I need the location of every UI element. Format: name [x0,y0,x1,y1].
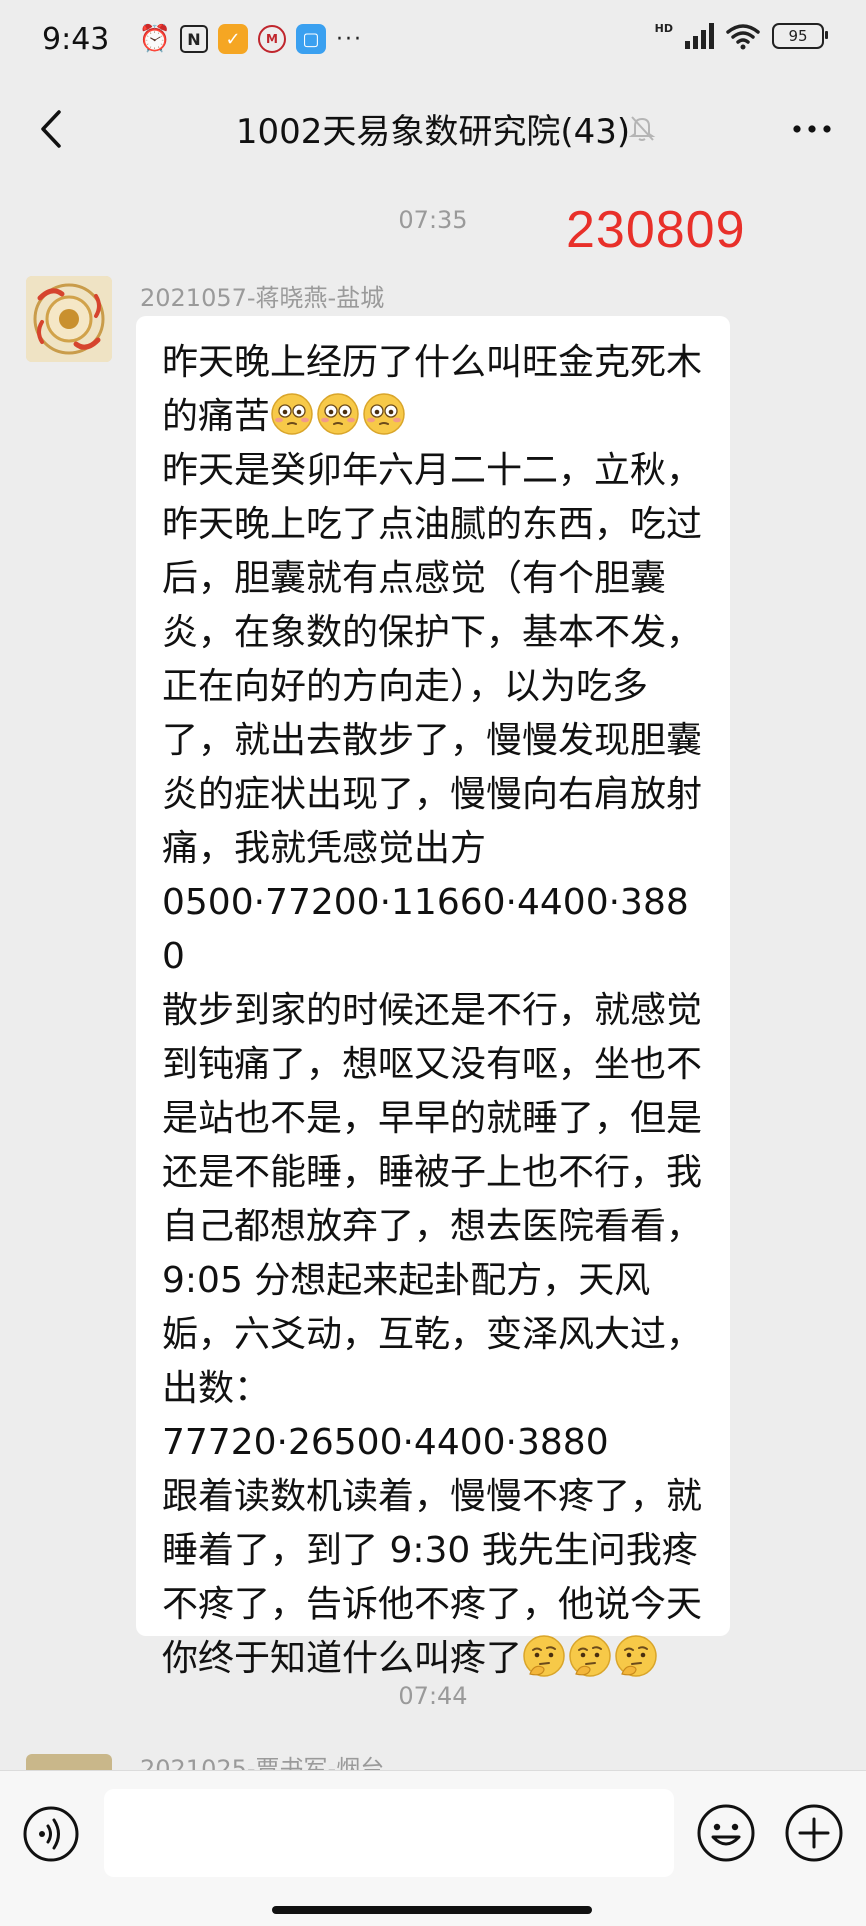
status-bar: 9:43 ⏰ N ✓ M ▢ ··· HD 95 [0,0,866,90]
alarm-icon: ⏰ [138,24,172,54]
more-notifications-icon: ··· [336,26,363,52]
overlay-number-label: 230809 [566,201,746,259]
status-time: 9:43 [42,22,110,57]
message-timestamp: 07:44 [398,1682,468,1710]
voice-icon [23,1806,79,1862]
message-text-line-1: 昨天晚上经历了什么叫旺金克死木的痛苦 [162,342,703,437]
thinking-face-icon [569,1635,611,1677]
message-text: 昨天晚上经历了什么叫旺金克死木的痛苦 昨天是癸卯年六月二十二，立秋，昨天晚上吃了… [162,336,708,1686]
thinking-face-icon [523,1635,565,1677]
signal-icon [685,23,714,49]
message-input[interactable] [104,1789,674,1877]
thinking-face-icon [615,1635,657,1677]
mute-bell-icon [628,116,656,141]
flushed-face-icon [363,393,405,435]
smiley-icon [697,1804,755,1862]
battery-indicator: 95 [772,23,828,49]
message-bubble[interactable]: 昨天晚上经历了什么叫旺金克死木的痛苦 昨天是癸卯年六月二十二，立秋，昨天晚上吃了… [136,316,730,1679]
hd-label: HD [654,21,673,35]
more-actions-button[interactable] [784,1803,844,1863]
chat-input-bar [0,1770,866,1926]
wifi-icon [726,24,760,50]
sender-name: 2021057-蒋晓燕-盐城 [140,284,385,312]
chat-title: 1002天易象数研究院(43) [235,112,631,152]
home-indicator[interactable] [272,1906,592,1914]
more-dots-icon [793,125,831,133]
app-notification-icon: ✓ [218,24,248,54]
plus-circle-icon [785,1804,843,1862]
sender-name: 2021025-贾书军-烟台 [140,1755,385,1770]
bank-app-icon: M [258,25,286,53]
chat-header: 1002天易象数研究院(43) [0,90,866,170]
more-options-button[interactable] [784,104,840,154]
message-app-icon: ▢ [296,24,326,54]
status-notification-icons: ⏰ N ✓ M ▢ ··· [138,24,363,54]
voice-input-button[interactable] [22,1805,80,1863]
flushed-face-icon [317,393,359,435]
status-system-icons: HD 95 [654,21,828,50]
avatar-image-icon [26,276,112,362]
nfc-icon: N [180,25,208,53]
emoji-button[interactable] [696,1803,756,1863]
message-body: 昨天是癸卯年六月二十二，立秋，昨天晚上吃了点油腻的东西，吃过后，胆囊就有点感觉（… [162,450,703,1679]
flushed-face-icon [271,393,313,435]
avatar[interactable] [26,276,112,362]
